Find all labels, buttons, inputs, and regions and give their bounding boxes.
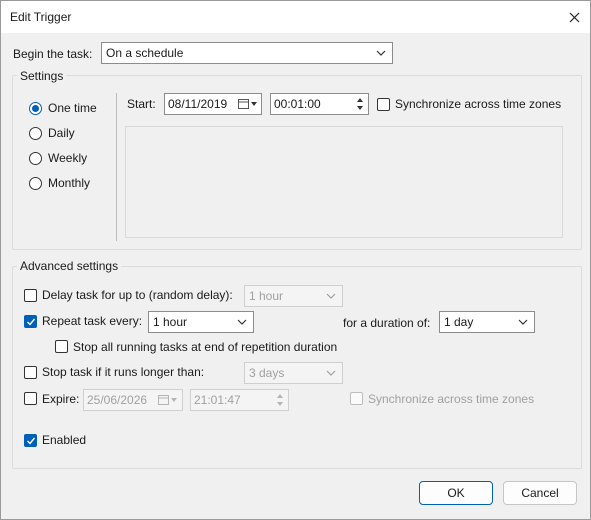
stop-all-tasks-checkbox[interactable] [55,340,68,353]
begin-task-label: Begin the task: [13,47,93,61]
sync-timezones-checkbox[interactable] [377,98,390,111]
chevron-down-icon [518,319,528,325]
expire-date-picker[interactable]: 25/06/2026 [83,389,183,411]
delay-task-dropdown[interactable]: 1 hour [244,285,343,307]
chevron-down-icon [326,293,336,299]
enabled-label: Enabled [42,433,87,447]
chevron-down-icon [376,50,386,56]
radio-daily[interactable] [29,127,42,140]
schedule-detail-panel [125,126,563,238]
repeat-task-label: Repeat task every: [42,314,143,328]
radio-monthly[interactable] [29,177,42,190]
close-icon [569,12,579,22]
stop-longer-dropdown[interactable]: 3 days [244,362,343,384]
expire-checkbox[interactable] [24,392,37,405]
radio-weekly-label: Weekly [48,151,88,165]
ok-button[interactable]: OK [419,481,493,505]
start-time-field[interactable]: 00:01:00 [270,93,369,115]
sync-timezones-label: Synchronize across time zones [395,97,562,111]
stop-longer-value: 3 days [249,366,285,380]
expire-label: Expire: [42,392,80,406]
spin-icon[interactable] [275,392,285,408]
expire-time-field[interactable]: 21:01:47 [190,389,289,411]
radio-weekly[interactable] [29,152,42,165]
stop-all-tasks-label: Stop all running tasks at end of repetit… [73,340,338,354]
stop-longer-checkbox[interactable] [24,366,37,379]
repeat-task-checkbox[interactable] [24,315,37,328]
radio-daily-label: Daily [48,126,75,140]
duration-dropdown[interactable]: 1 day [439,311,535,333]
start-label: Start: [127,97,156,111]
advanced-settings-legend: Advanced settings [17,259,122,273]
duration-value: 1 day [444,315,474,329]
cancel-button[interactable]: Cancel [503,481,577,505]
chevron-down-icon [326,370,336,376]
spin-icon[interactable] [355,96,365,112]
dialog-title: Edit Trigger [10,10,72,24]
radio-one-time[interactable] [29,102,42,115]
radio-one-time-label: One time [48,101,97,115]
expire-sync-label: Synchronize across time zones [368,392,535,406]
expire-date-value: 25/06/2026 [87,393,148,407]
stop-longer-label: Stop task if it runs longer than: [42,365,205,379]
begin-task-dropdown[interactable]: On a schedule [101,42,393,64]
delay-task-label: Delay task for up to (random delay): [42,288,233,302]
repeat-interval-value: 1 hour [153,315,188,329]
settings-legend: Settings [17,69,67,83]
calendar-icon [158,395,177,405]
start-date-value: 08/11/2019 [168,97,228,111]
checkmark-icon [27,437,36,445]
duration-label: for a duration of: [343,316,431,330]
settings-divider [116,93,117,241]
title-bar: Edit Trigger [1,1,590,33]
close-button[interactable] [558,1,590,33]
delay-task-value: 1 hour [249,289,284,303]
chevron-down-icon [237,319,247,325]
checkmark-icon [27,318,36,326]
delay-task-checkbox[interactable] [24,289,37,302]
enabled-checkbox[interactable] [24,434,37,447]
radio-monthly-label: Monthly [48,176,91,190]
start-date-picker[interactable]: 08/11/2019 [164,93,262,115]
repeat-interval-dropdown[interactable]: 1 hour [148,311,254,333]
expire-sync-checkbox[interactable] [350,392,363,405]
start-time-value: 00:01:00 [274,97,321,111]
expire-time-value: 21:01:47 [194,393,241,407]
calendar-icon [238,99,257,109]
edit-trigger-dialog: Edit Trigger Begin the task: On a schedu… [0,0,591,520]
begin-task-value: On a schedule [106,46,184,60]
